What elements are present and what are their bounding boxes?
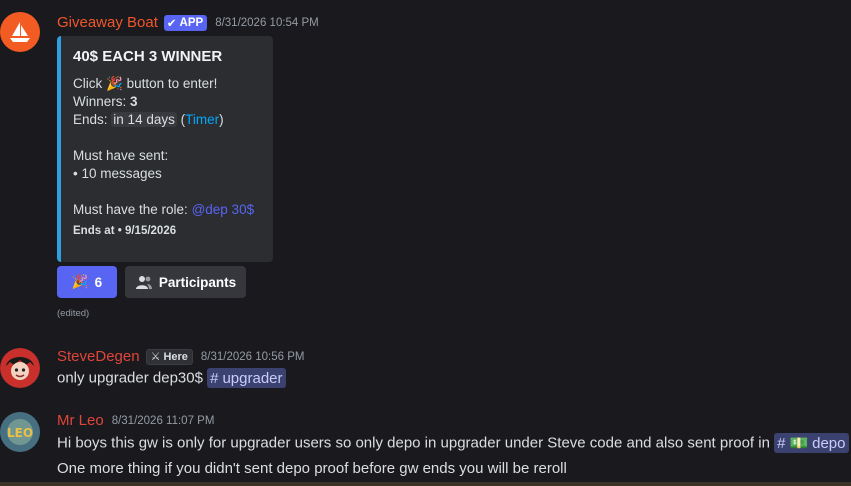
money-icon: 💵 (789, 435, 809, 452)
enter-giveaway-button[interactable]: 🎉 6 (57, 266, 117, 298)
giveaway-timestamp: 8/31/2026 10:54 PM (215, 16, 319, 29)
embed-click-line: Click 🎉 button to enter! (73, 75, 263, 93)
leo-message-line-1: Hi boys this gw is only for upgrader use… (57, 433, 849, 453)
hash-icon: # (210, 369, 219, 387)
channel-mention-depo[interactable]: # 💵 depo (774, 433, 849, 453)
must-sent-item: • 10 messages (73, 166, 162, 181)
party-popper-icon: 🎉 (71, 274, 89, 289)
steve-message-text: only upgrader dep30$ (57, 369, 203, 387)
app-badge-label: APP (179, 16, 204, 29)
channel-name-depo: depo (812, 434, 846, 452)
winners-value: 3 (130, 94, 138, 109)
role-label: Must have the role: (73, 202, 188, 217)
verified-check-icon: ✔ (166, 17, 177, 30)
giveaway-embed: 40$ EACH 3 WINNER Click 🎉 button to ente… (57, 36, 273, 262)
leo-line-1-text: Hi boys this gw is only for upgrader use… (57, 434, 770, 452)
steve-avatar-image (0, 348, 40, 388)
embed-role-line: Must have the role: @dep 30$ (73, 201, 263, 219)
giveaway-boat-username[interactable]: Giveaway Boat (57, 14, 158, 31)
participants-button[interactable]: Participants (125, 266, 246, 298)
leo-timestamp: 8/31/2026 11:07 PM (111, 414, 215, 427)
timer-link[interactable]: Timer (185, 112, 219, 127)
embed-title: 40$ EACH 3 WINNER (73, 48, 223, 65)
steve-username[interactable]: SteveDegen (57, 348, 140, 365)
embed-ends-line: Ends: in 14 days (Timer) (73, 111, 263, 129)
party-popper-icon: 🎉 (106, 76, 123, 91)
embed-footer: Ends at • 9/15/2026 (73, 225, 177, 237)
leo-message-line-2: One more thing if you didn't sent depo p… (57, 460, 567, 477)
app-badge: ✔ APP (163, 14, 208, 31)
ends-value: in 14 days (111, 112, 177, 127)
here-tag: ⚔ Here (145, 348, 193, 365)
close-paren: ) (219, 112, 224, 127)
people-icon (135, 276, 152, 289)
bottom-divider (0, 482, 851, 486)
leo-username[interactable]: Mr Leo (57, 412, 104, 429)
message-leo: LEO Mr Leo 8/31/2026 11:07 PM Hi boys th… (0, 404, 851, 482)
leo-avatar[interactable]: LEO (0, 412, 40, 452)
giveaway-boat-avatar[interactable] (0, 12, 40, 52)
svg-text:LEO: LEO (7, 426, 33, 440)
hash-icon: # (777, 434, 786, 452)
here-tag-label: Here (163, 350, 188, 363)
steve-timestamp: 8/31/2026 10:56 PM (200, 350, 305, 363)
role-mention[interactable]: @dep 30$ (192, 202, 255, 217)
sword-icon: ⚔ (150, 351, 161, 363)
steve-message-content: only upgrader dep30$ # upgrader (57, 368, 286, 388)
message-steve: SteveDegen ⚔ Here 8/31/2026 10:56 PM onl… (0, 340, 851, 396)
boat-icon (10, 22, 30, 42)
click-suffix: button to enter! (126, 76, 218, 91)
participants-label: Participants (158, 274, 237, 290)
enter-count: 6 (94, 274, 103, 290)
steve-avatar[interactable] (0, 348, 40, 388)
ends-label: Ends: (73, 112, 108, 127)
message-giveaway: Giveaway Boat ✔ APP 8/31/2026 10:54 PM 4… (0, 0, 851, 325)
leo-avatar-image: LEO (0, 412, 40, 452)
channel-mention-upgrader[interactable]: # upgrader (207, 368, 286, 388)
edited-indicator: (edited) (57, 308, 90, 319)
click-prefix: Click (73, 76, 103, 91)
channel-name-upgrader: upgrader (222, 369, 283, 387)
embed-winners-line: Winners: 3 (73, 93, 263, 111)
winners-label: Winners: (73, 94, 127, 109)
must-sent-label: Must have sent: (73, 148, 169, 163)
